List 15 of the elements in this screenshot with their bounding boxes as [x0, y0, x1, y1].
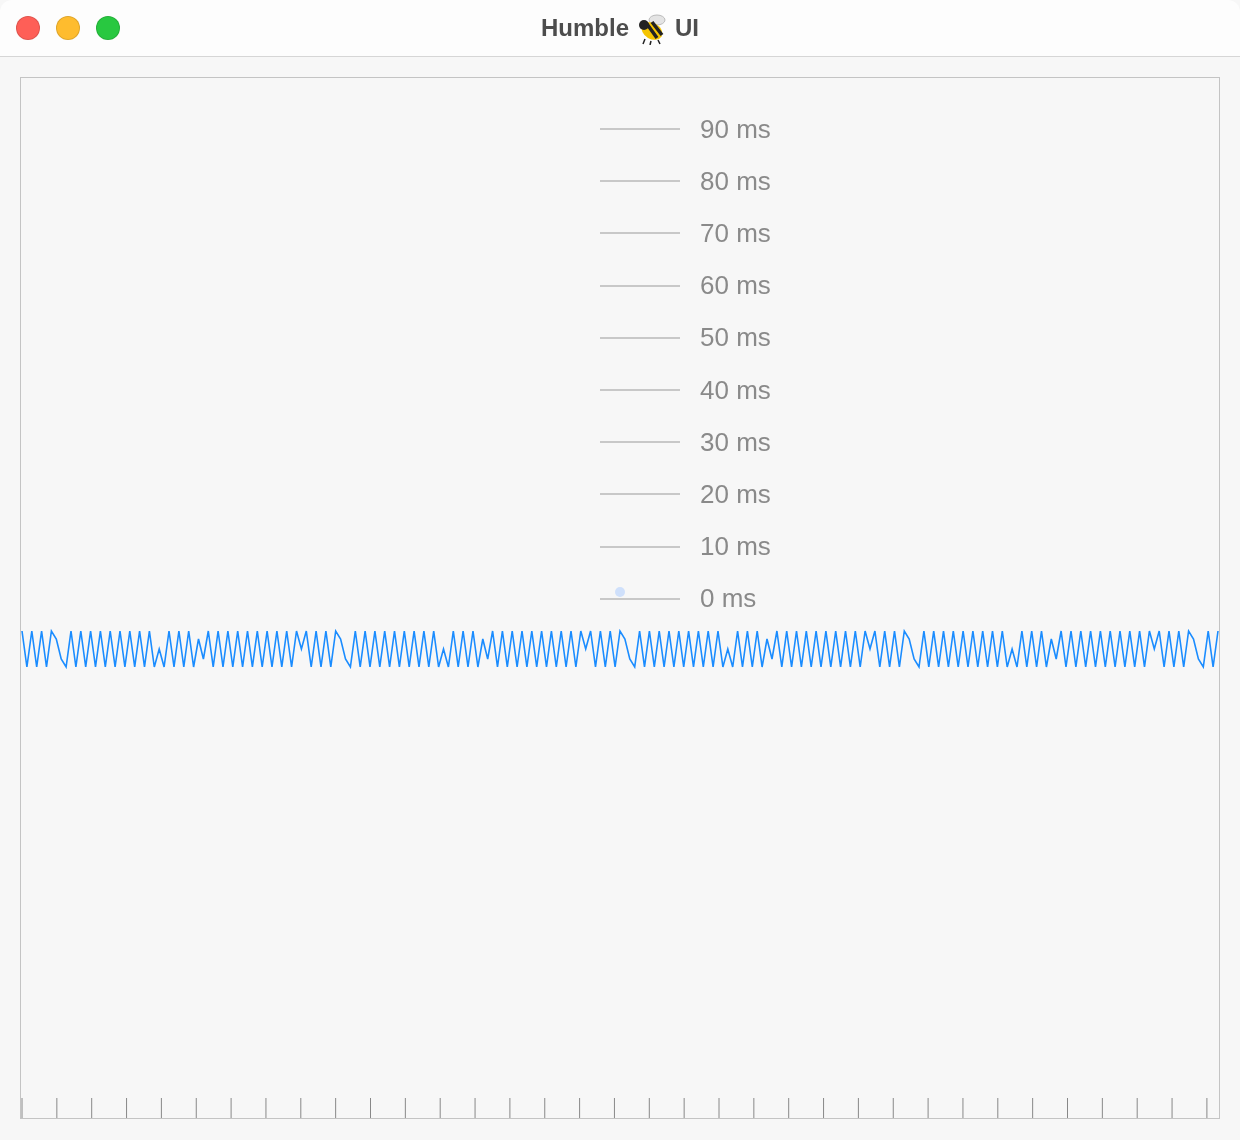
legend-label: 80 ms	[700, 165, 771, 197]
legend-label: 0 ms	[700, 583, 757, 615]
close-button[interactable]	[16, 16, 40, 40]
legend-label: 10 ms	[700, 531, 771, 563]
minimize-button[interactable]	[56, 16, 80, 40]
legend-label: 20 ms	[700, 478, 771, 510]
legend-label: 40 ms	[700, 374, 771, 406]
legend-label: 50 ms	[700, 322, 771, 354]
window-title: Humble	[541, 14, 629, 42]
window-title: UI	[675, 14, 699, 42]
legend-label: 60 ms	[700, 270, 771, 302]
legend-label: 70 ms	[700, 217, 771, 249]
legend-label: 30 ms	[700, 426, 771, 458]
maximize-button[interactable]	[96, 16, 120, 40]
legend-label: 90 ms	[700, 113, 771, 145]
